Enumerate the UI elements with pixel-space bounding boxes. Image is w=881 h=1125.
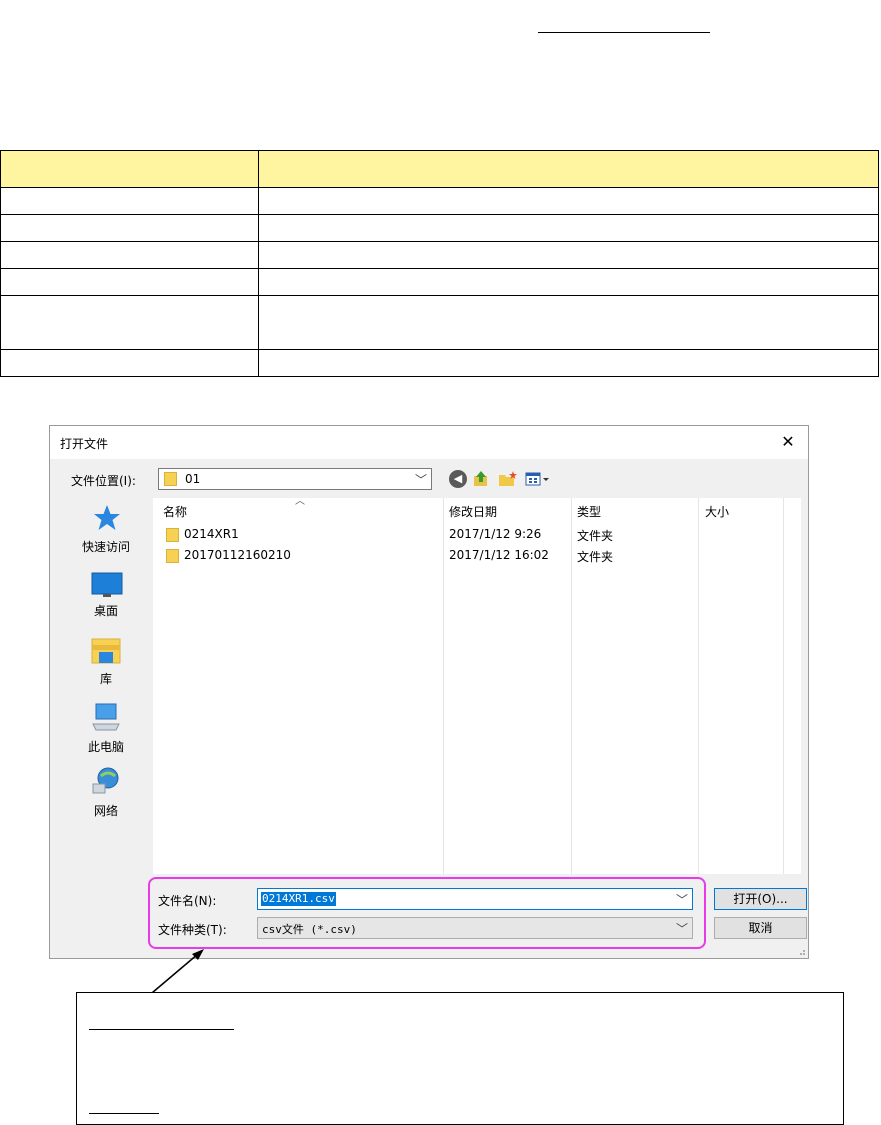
place-label: 快速访问 bbox=[81, 540, 130, 554]
place-quick-access[interactable]: 快速访问 bbox=[58, 502, 154, 558]
place-label: 此电脑 bbox=[87, 740, 124, 754]
computer-icon bbox=[92, 703, 120, 731]
table-cell bbox=[0, 241, 259, 269]
folder-icon bbox=[166, 528, 179, 542]
column-header-name[interactable]: 名称 bbox=[163, 503, 187, 520]
view-menu-icon[interactable] bbox=[525, 470, 549, 488]
column-header-type[interactable]: 类型 bbox=[577, 503, 601, 520]
file-type: 文件夹 bbox=[577, 550, 614, 564]
location-value: 01 bbox=[185, 472, 201, 486]
back-icon[interactable]: ◀ bbox=[449, 470, 467, 488]
place-label: 桌面 bbox=[93, 604, 118, 618]
callout-underline bbox=[89, 1029, 234, 1030]
table-row bbox=[0, 187, 879, 215]
file-type: 文件夹 bbox=[577, 529, 614, 543]
up-folder-icon[interactable] bbox=[472, 470, 490, 488]
callout-underline bbox=[89, 1113, 159, 1114]
file-list[interactable]: ︿ 名称 修改日期 类型 大小 0214XR1 2017/1/12 9:26 文… bbox=[153, 496, 801, 874]
table-header-row bbox=[0, 150, 879, 188]
file-row[interactable]: 20170112160210 2017/1/12 16:02 文件夹 bbox=[153, 546, 801, 566]
file-row[interactable]: 0214XR1 2017/1/12 9:26 文件夹 bbox=[153, 525, 801, 545]
folder-icon bbox=[164, 472, 177, 486]
star-icon bbox=[94, 505, 120, 530]
desktop-icon bbox=[91, 572, 123, 597]
place-desktop[interactable]: 桌面 bbox=[58, 572, 154, 628]
info-table bbox=[0, 150, 879, 377]
network-icon bbox=[92, 767, 119, 794]
library-icon bbox=[91, 638, 121, 664]
table-cell bbox=[258, 241, 879, 269]
location-dropdown[interactable]: 01 ﹀ bbox=[158, 468, 432, 490]
file-name: 0214XR1 bbox=[184, 527, 239, 541]
table-header-cell bbox=[258, 150, 879, 188]
table-cell bbox=[0, 268, 259, 296]
table-cell bbox=[0, 349, 259, 377]
file-name: 20170112160210 bbox=[184, 548, 291, 562]
open-button[interactable]: 打开(O)... bbox=[714, 888, 807, 910]
file-date: 2017/1/12 9:26 bbox=[449, 527, 542, 541]
dialog-titlebar: 打开文件 ✕ bbox=[50, 426, 808, 459]
place-this-pc[interactable]: 此电脑 bbox=[58, 700, 154, 756]
table-cell bbox=[0, 187, 259, 215]
column-header-date[interactable]: 修改日期 bbox=[449, 503, 497, 520]
place-network[interactable]: 网络 bbox=[58, 764, 154, 820]
top-underline bbox=[538, 32, 710, 33]
table-row bbox=[0, 214, 879, 242]
resize-grip-icon[interactable] bbox=[796, 946, 806, 956]
sort-ascending-icon: ︿ bbox=[295, 496, 305, 507]
table-cell bbox=[258, 214, 879, 242]
folder-icon bbox=[166, 549, 179, 563]
table-row bbox=[0, 295, 879, 350]
callout-box bbox=[76, 992, 844, 1125]
dialog-title: 打开文件 bbox=[60, 437, 109, 451]
table-row bbox=[0, 268, 879, 296]
place-label: 库 bbox=[99, 672, 112, 686]
table-cell bbox=[0, 214, 259, 242]
places-bar: 快速访问 桌面 库 此电脑 网络 bbox=[58, 498, 154, 878]
table-cell bbox=[258, 187, 879, 215]
cancel-button[interactable]: 取消 bbox=[714, 917, 807, 939]
callout-arrow bbox=[145, 949, 204, 999]
table-cell bbox=[258, 268, 879, 296]
table-cell bbox=[258, 295, 879, 350]
file-date: 2017/1/12 16:02 bbox=[449, 548, 549, 562]
column-header-size[interactable]: 大小 bbox=[705, 503, 729, 520]
table-header-cell bbox=[0, 150, 259, 188]
highlight-box bbox=[148, 877, 706, 949]
table-row bbox=[0, 241, 879, 269]
close-button[interactable]: ✕ bbox=[776, 430, 800, 454]
place-label: 网络 bbox=[93, 804, 118, 818]
table-row bbox=[0, 349, 879, 377]
chevron-down-icon: ﹀ bbox=[414, 473, 427, 487]
location-label: 文件位置(I): bbox=[71, 474, 136, 488]
new-folder-icon[interactable] bbox=[498, 470, 517, 488]
place-library[interactable]: 库 bbox=[58, 634, 154, 690]
table-cell bbox=[258, 349, 879, 377]
table-cell bbox=[0, 295, 259, 350]
